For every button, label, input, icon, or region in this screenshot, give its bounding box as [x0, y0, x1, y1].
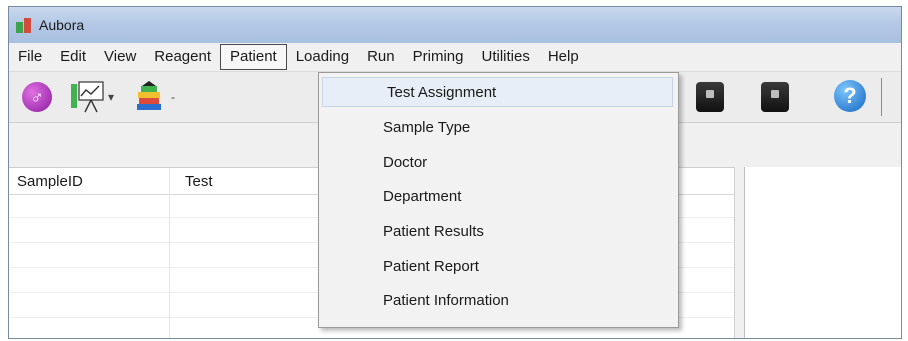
toolbar-separator: [881, 78, 882, 116]
menu-item-doctor[interactable]: Doctor: [319, 148, 678, 178]
menu-reagent[interactable]: Reagent: [145, 45, 220, 69]
column-divider: [169, 168, 170, 338]
chart-icon[interactable]: [69, 80, 105, 114]
menu-utilities[interactable]: Utilities: [472, 45, 538, 69]
menu-item-test-assignment[interactable]: Test Assignment: [322, 77, 673, 107]
window-title: Aubora: [39, 17, 85, 33]
printer-icon[interactable]: [696, 82, 724, 112]
menu-edit[interactable]: Edit: [51, 45, 95, 69]
dropdown-dash-icon[interactable]: -: [171, 90, 175, 104]
printer-icon[interactable]: [761, 82, 789, 112]
menu-patient[interactable]: Patient: [220, 44, 287, 70]
menu-file[interactable]: File: [9, 45, 51, 69]
books-icon[interactable]: [134, 80, 164, 114]
menu-run[interactable]: Run: [358, 45, 404, 69]
menu-loading[interactable]: Loading: [287, 45, 358, 69]
menu-item-patient-information[interactable]: Patient Information: [319, 286, 678, 316]
menu-item-patient-results[interactable]: Patient Results: [319, 217, 678, 247]
patient-menu-dropdown: Test Assignment Sample Type Doctor Depar…: [318, 72, 679, 328]
column-header-sampleid[interactable]: SampleID: [17, 173, 83, 190]
menu-bar: File Edit View Reagent Patient Loading R…: [9, 43, 901, 72]
menu-view[interactable]: View: [95, 45, 145, 69]
menu-item-sample-type[interactable]: Sample Type: [319, 113, 678, 143]
menu-help[interactable]: Help: [539, 45, 588, 69]
menu-priming[interactable]: Priming: [404, 45, 473, 69]
help-icon[interactable]: ?: [834, 80, 866, 112]
user-icon[interactable]: ♂: [22, 82, 52, 112]
menu-item-department[interactable]: Department: [319, 182, 678, 212]
app-logo-icon: [15, 16, 33, 34]
column-header-test[interactable]: Test: [185, 173, 213, 190]
app-window: Aubora File Edit View Reagent Patient Lo…: [8, 6, 902, 339]
title-bar[interactable]: Aubora: [9, 7, 901, 43]
chevron-down-icon[interactable]: ▾: [108, 90, 114, 104]
menu-item-patient-report[interactable]: Patient Report: [319, 252, 678, 282]
right-panel: [744, 167, 901, 338]
